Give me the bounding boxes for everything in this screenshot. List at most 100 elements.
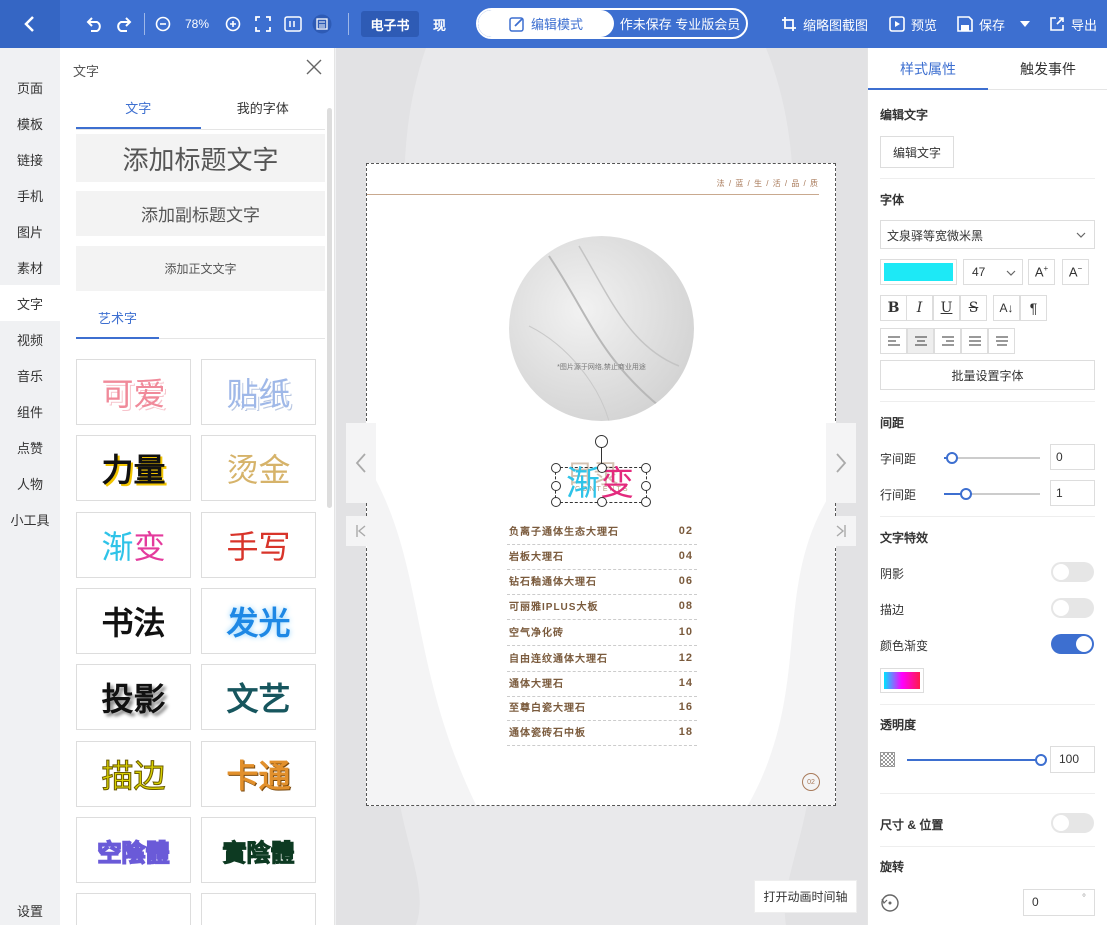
opacity-input[interactable]: 100 [1050, 746, 1095, 773]
tab-my-fonts[interactable]: 我的字体 [201, 98, 326, 129]
rotate-handle[interactable] [595, 435, 608, 448]
toc-row[interactable]: 可丽雅IPLUS大板 08 [507, 596, 697, 620]
close-panel-button[interactable] [305, 58, 323, 76]
toc-row[interactable]: 自由连纹通体大理石 12 [507, 648, 697, 672]
nav-item-template[interactable]: 模板 [0, 105, 60, 141]
preview-button[interactable]: 预览 [889, 12, 937, 36]
zoom-in-button[interactable] [225, 12, 241, 36]
shadow-toggle[interactable] [1051, 562, 1094, 582]
nav-item-component[interactable]: 组件 [0, 393, 60, 429]
tab-art-text[interactable]: 艺术字 [76, 306, 159, 339]
calculator-button[interactable] [312, 12, 332, 36]
art-text-power[interactable]: 力量 [76, 435, 191, 501]
resize-handle[interactable] [551, 481, 561, 491]
bulk-font-button[interactable]: 批量设置字体 [880, 360, 1095, 390]
other-mode-tab[interactable]: 作未保存 专业版会员 [614, 10, 746, 37]
line-spacing-input[interactable]: 1 [1050, 480, 1095, 506]
rotate-input[interactable]: 0 ° [1023, 889, 1095, 916]
nav-item-link[interactable]: 链接 [0, 141, 60, 177]
art-text-glow[interactable]: 发光 [201, 588, 316, 654]
undo-button[interactable] [84, 12, 104, 36]
zoom-out-button[interactable] [155, 12, 171, 36]
nav-item-tools[interactable]: 小工具 [0, 501, 60, 537]
panel-scrollbar[interactable] [327, 108, 332, 508]
slider-thumb[interactable] [960, 488, 972, 500]
italic-button[interactable]: I [906, 295, 933, 321]
art-text-handwritten[interactable]: 手写 [201, 512, 316, 578]
nav-item-phone[interactable]: 手机 [0, 177, 60, 213]
nav-item-like[interactable]: 点赞 [0, 429, 60, 465]
toc-row[interactable]: 负离子通体生态大理石 02 [507, 521, 697, 545]
align-right-button[interactable] [934, 328, 961, 354]
toc-row[interactable]: 通体瓷砖石中板 18 [507, 722, 697, 746]
font-size-select[interactable]: 47 [963, 259, 1023, 285]
art-text-stroke[interactable]: 描边 [76, 741, 191, 807]
font-size-decrease-button[interactable]: A− [1062, 259, 1089, 285]
font-size-increase-button[interactable]: A+ [1028, 259, 1055, 285]
redo-button[interactable] [114, 12, 134, 36]
edit-text-button[interactable]: 编辑文字 [880, 136, 954, 168]
edit-mode-tab[interactable]: 编辑模式 [478, 10, 614, 37]
thumbnail-button[interactable]: 缩略图截图 [781, 12, 868, 36]
tab-style[interactable]: 样式属性 [868, 48, 988, 90]
toc-row[interactable]: 至尊白瓷大理石 16 [507, 697, 697, 721]
save-dropdown-button[interactable] [1020, 12, 1030, 36]
resize-handle[interactable] [641, 463, 651, 473]
present-button[interactable]: 现 [433, 12, 446, 36]
nav-item-music[interactable]: 音乐 [0, 357, 60, 393]
first-page-button[interactable] [346, 516, 376, 546]
opacity-slider[interactable] [907, 754, 1047, 766]
last-page-button[interactable] [826, 516, 856, 546]
nav-item-image[interactable]: 图片 [0, 213, 60, 249]
align-center-button[interactable] [907, 328, 934, 354]
mode-switch[interactable]: 编辑模式 作未保存 专业版会员 [476, 8, 748, 39]
art-text-cute[interactable]: 可爱 [76, 359, 191, 425]
text-direction-button[interactable]: A↓ [993, 295, 1020, 321]
toc-row[interactable]: 岩板大理石 04 [507, 546, 697, 570]
font-family-select[interactable]: 文泉驿等宽微米黑 [880, 220, 1095, 249]
nav-item-page[interactable]: 页面 [0, 69, 60, 105]
resize-handle[interactable] [641, 497, 651, 507]
art-text-cartoon[interactable]: 卡通 [201, 741, 316, 807]
letter-spacing-input[interactable]: 0 [1050, 444, 1095, 470]
font-color-picker[interactable] [880, 259, 957, 285]
nav-item-video[interactable]: 视频 [0, 321, 60, 357]
art-text-gold[interactable]: 烫金 [201, 435, 316, 501]
bold-button[interactable]: B [880, 295, 907, 321]
nav-item-material[interactable]: 素材 [0, 249, 60, 285]
actual-size-button[interactable] [284, 12, 302, 36]
strikethrough-button[interactable]: S [960, 295, 987, 321]
slider-thumb[interactable] [946, 452, 958, 464]
resize-handle[interactable] [597, 497, 607, 507]
toc-row[interactable]: 通体大理石 14 [507, 673, 697, 697]
save-button[interactable]: 保存 [957, 12, 1005, 36]
back-button[interactable] [0, 0, 60, 48]
animation-timeline-button[interactable]: 打开动画时间轴 [754, 880, 857, 913]
slider-thumb[interactable] [1035, 754, 1047, 766]
stroke-toggle[interactable] [1051, 598, 1094, 618]
art-text-shadow[interactable]: 投影 [76, 664, 191, 730]
paragraph-button[interactable]: ¶ [1020, 295, 1047, 321]
export-button[interactable]: 导出 [1049, 12, 1097, 36]
nav-item-person[interactable]: 人物 [0, 465, 60, 501]
marble-image[interactable]: *图片源于网络,禁止商业用途 [509, 236, 694, 421]
gradient-toggle[interactable] [1051, 634, 1094, 654]
next-page-button[interactable] [826, 423, 856, 503]
add-body-button[interactable]: 添加正文文字 [76, 246, 325, 291]
art-text-sticker[interactable]: 贴纸 [201, 359, 316, 425]
art-text-hollow[interactable]: 空陰體 [76, 817, 191, 883]
tab-text[interactable]: 文字 [76, 98, 201, 129]
art-text-calligraphy[interactable]: 书法 [76, 588, 191, 654]
add-title-button[interactable]: 添加标题文字 [76, 134, 325, 182]
nav-item-text[interactable]: 文字 [0, 285, 60, 321]
align-justify-button[interactable] [961, 328, 988, 354]
book-page[interactable]: 法 / 蓝 / 生 / 活 / 品 / 质 *图片源于网络,禁止商业用途 目录 … [366, 163, 836, 806]
align-left-button[interactable] [880, 328, 907, 354]
toc-row[interactable]: 钻石釉通体大理石 06 [507, 571, 697, 595]
resize-handle[interactable] [551, 497, 561, 507]
art-text-literary[interactable]: 文艺 [201, 664, 316, 730]
tab-events[interactable]: 触发事件 [988, 48, 1107, 90]
line-spacing-slider[interactable] [944, 488, 1040, 500]
add-subtitle-button[interactable]: 添加副标题文字 [76, 191, 325, 236]
gradient-color-picker[interactable] [880, 668, 924, 693]
